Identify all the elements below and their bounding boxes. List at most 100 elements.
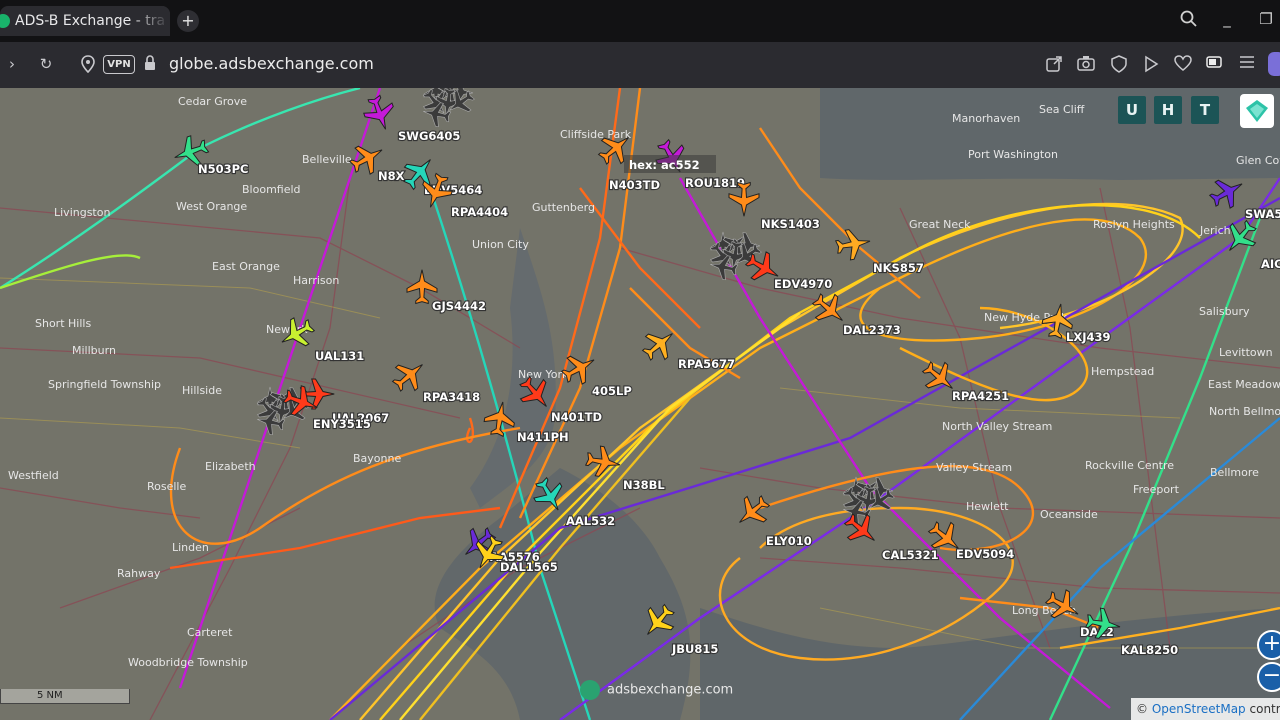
place-label: Sea Cliff — [1039, 103, 1085, 116]
reload-button[interactable]: ↻ — [36, 55, 56, 73]
aircraft-callsign-label[interactable]: KAL8250 — [1120, 642, 1179, 658]
aircraft-callsign-label[interactable]: N8X — [377, 168, 406, 184]
scale-bar: 5 NM — [0, 689, 130, 704]
adsbexchange-favicon-icon — [0, 14, 10, 28]
place-label: Manorhaven — [952, 112, 1020, 125]
place-label: Bayonne — [353, 452, 401, 465]
place-label: Cedar Grove — [178, 95, 247, 108]
camera-icon[interactable] — [1076, 55, 1096, 75]
aircraft-callsign-label[interactable]: UAL131 — [314, 348, 365, 364]
place-label: East Orange — [212, 260, 280, 273]
vpn-badge[interactable]: VPN — [103, 55, 135, 74]
aircraft-callsign-label[interactable]: AIC — [1260, 256, 1280, 272]
place-label: Linden — [172, 541, 209, 554]
watermark-text: adsbexchange.com — [607, 682, 734, 698]
watermark: adsbexchange.com — [580, 680, 733, 700]
flight-map[interactable]: Cedar Grove Livingston Bloomfield West O… — [0, 88, 1280, 720]
layers-button[interactable] — [1240, 94, 1274, 128]
address-bar[interactable]: globe.adsbexchange.com — [169, 54, 374, 73]
aircraft-callsign-label[interactable]: NKS857 — [872, 260, 925, 276]
place-label: Union City — [472, 238, 529, 251]
layers-icon — [1246, 100, 1268, 122]
place-label: Short Hills — [35, 317, 91, 330]
new-tab-button[interactable]: + — [177, 10, 199, 32]
place-label: Roselle — [147, 480, 186, 493]
toggle-t-button[interactable]: T — [1191, 96, 1219, 124]
aircraft-callsign-label[interactable]: ROU1819 — [684, 175, 746, 191]
adsbexchange-logo-icon — [580, 680, 600, 700]
aircraft-callsign-label[interactable]: ENY3515 — [312, 416, 372, 432]
place-label: Hillside — [182, 384, 222, 397]
place-label: Millburn — [72, 344, 116, 357]
place-label: Salisbury — [1199, 305, 1250, 318]
openstreetmap-link[interactable]: OpenStreetMap — [1152, 702, 1246, 716]
aircraft-callsign-label[interactable]: N403TD — [608, 177, 661, 193]
play-icon[interactable] — [1141, 55, 1161, 77]
zoom-in-button[interactable]: + — [1257, 630, 1280, 660]
place-label: Valley Stream — [936, 461, 1012, 474]
place-label: Guttenberg — [532, 201, 595, 214]
aircraft-callsign-label[interactable]: N38BL — [622, 477, 667, 493]
place-label: Levittown — [1219, 346, 1273, 359]
place-label: Cliffside Park — [560, 128, 632, 141]
place-label: Roslyn Heights — [1093, 218, 1175, 231]
place-label: Hewlett — [966, 500, 1009, 513]
hex-tooltip: hex: ac552 — [624, 155, 716, 173]
aircraft-callsign-label[interactable]: SWA5 — [1244, 206, 1280, 222]
aircraft-callsign-label[interactable]: RPA4251 — [951, 388, 1010, 404]
place-label: Great Neck — [909, 218, 971, 231]
minimize-button[interactable]: _ — [1215, 10, 1239, 28]
toggle-u-button[interactable]: U — [1118, 96, 1146, 124]
aircraft-callsign-label[interactable]: AAL532 — [565, 513, 616, 529]
active-tab[interactable]: ADS-B Exchange - tra — [0, 6, 170, 36]
aircraft-callsign-label[interactable]: N411PH — [516, 429, 570, 445]
place-label: Harrison — [293, 274, 339, 287]
place-label: West Orange — [176, 200, 247, 213]
aircraft-callsign-label[interactable]: CAL5321 — [881, 547, 940, 563]
aircraft-callsign-label[interactable]: JBU815 — [670, 641, 720, 657]
aircraft-callsign-label[interactable]: GJS4442 — [431, 298, 487, 314]
map-canvas: Cedar Grove Livingston Bloomfield West O… — [0, 88, 1280, 720]
tab-bar: ADS-B Exchange - tra + _ ❐ — [0, 0, 1280, 42]
place-label: East Meadow — [1208, 378, 1280, 391]
zoom-out-button[interactable]: − — [1257, 662, 1280, 692]
profile-icon[interactable] — [1266, 52, 1280, 80]
lock-icon[interactable] — [140, 54, 160, 76]
restore-button[interactable]: ❐ — [1254, 10, 1278, 28]
aircraft-callsign-label[interactable]: EDV4970 — [773, 276, 834, 292]
share-icon[interactable] — [1044, 55, 1064, 77]
place-label: North Bellmore — [1209, 405, 1280, 418]
place-label: Freeport — [1133, 483, 1180, 496]
menu-icon[interactable] — [1237, 55, 1257, 73]
place-label: Hempstead — [1091, 365, 1154, 378]
aircraft-callsign-label[interactable]: EDV5094 — [955, 546, 1016, 562]
search-tabs-icon[interactable] — [1177, 10, 1201, 32]
aircraft-callsign-label[interactable]: N401TD — [550, 409, 603, 425]
aircraft-callsign-label[interactable]: NKS1403 — [760, 216, 821, 232]
place-label: Elizabeth — [205, 460, 256, 473]
place-label: Bloomfield — [242, 183, 301, 196]
aircraft-callsign-label[interactable]: SWG6405 — [397, 128, 462, 144]
aircraft-callsign-label[interactable]: LXJ439 — [1065, 329, 1112, 345]
place-label: Carteret — [187, 626, 233, 639]
forward-button[interactable]: › — [2, 55, 22, 73]
map-attribution: © OpenStreetMap contrib — [1131, 698, 1280, 720]
location-pin-icon[interactable] — [78, 55, 98, 77]
toggle-h-button[interactable]: H — [1154, 96, 1182, 124]
place-label: Livingston — [54, 206, 110, 219]
shield-icon[interactable] — [1109, 55, 1129, 77]
aircraft-callsign-label[interactable]: RPA5677 — [677, 356, 736, 372]
place-label: Rahway — [117, 567, 161, 580]
aircraft-callsign-label[interactable]: DAL1565 — [499, 559, 559, 575]
attribution-tail: contrib — [1249, 702, 1280, 716]
aircraft-callsign-label[interactable]: DAL2373 — [842, 322, 902, 338]
heart-icon[interactable] — [1173, 55, 1193, 75]
aircraft-callsign-label[interactable]: N503PC — [197, 161, 250, 177]
battery-icon[interactable] — [1205, 55, 1225, 73]
aircraft-callsign-label[interactable]: ELY010 — [765, 533, 813, 549]
aircraft-callsign-label[interactable]: RPA4404 — [450, 204, 509, 220]
aircraft-callsign-label[interactable]: RPA3418 — [422, 389, 481, 405]
aircraft-callsign-label[interactable]: 405LP — [591, 383, 633, 399]
place-label: Belleville — [302, 153, 352, 166]
place-label: Springfield Township — [48, 378, 161, 391]
